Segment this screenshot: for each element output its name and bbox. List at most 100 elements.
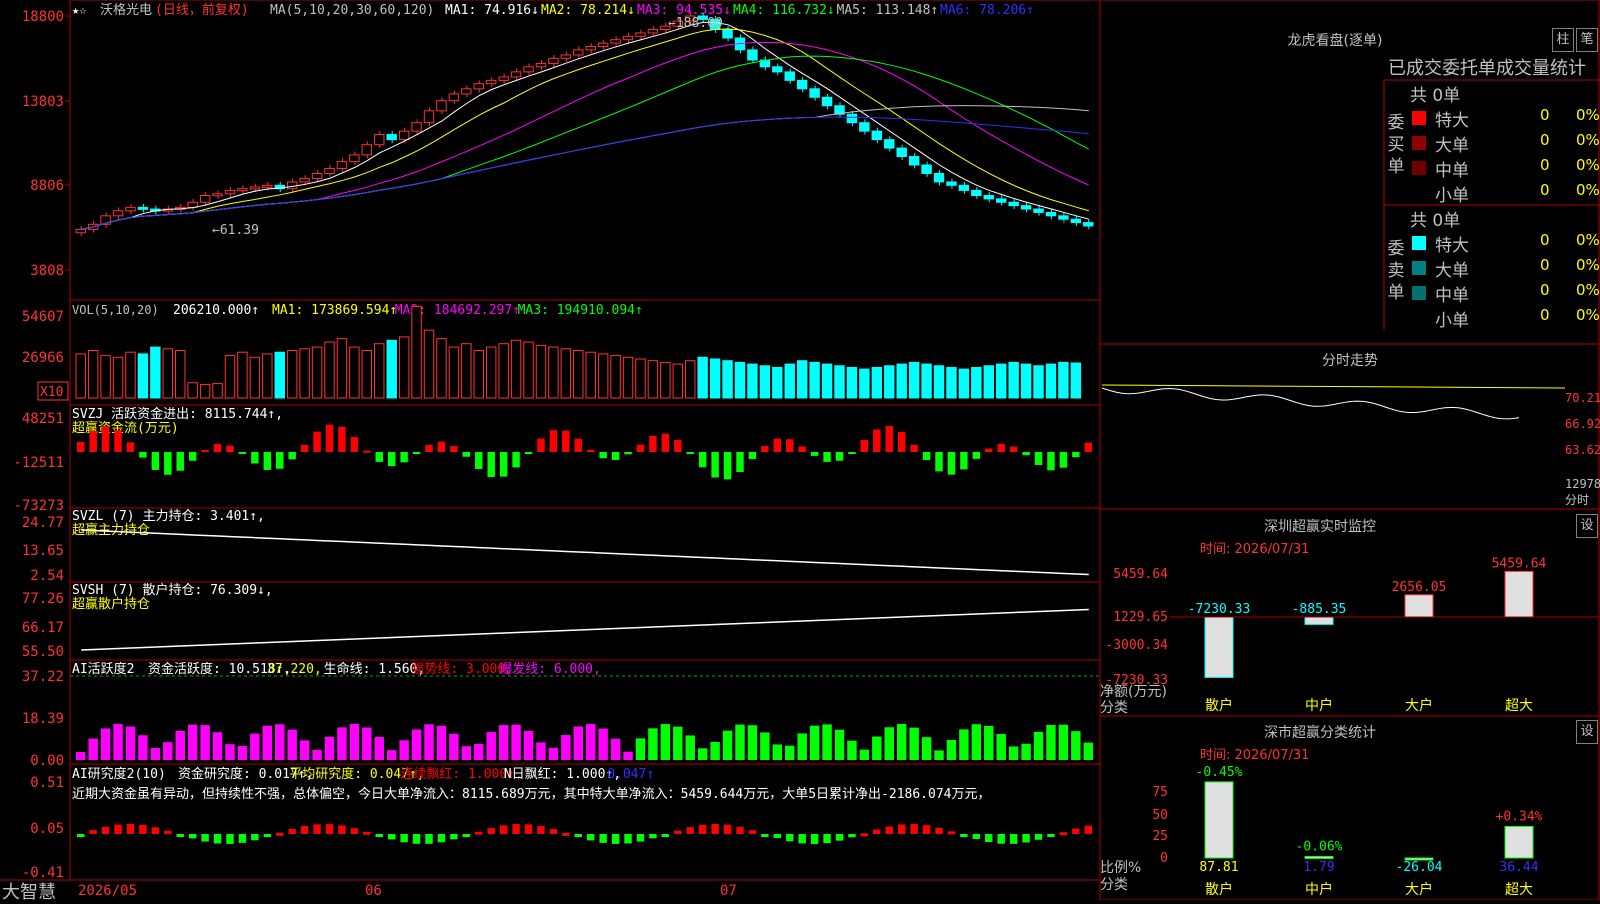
ai-active-bar [324, 736, 335, 760]
svzj-bar [1072, 452, 1080, 458]
ai-research-bar [922, 825, 931, 834]
ai-active-bar [113, 724, 123, 760]
ai-research-bar [139, 824, 147, 834]
svsh-sub: 超赢散户持仓 [72, 596, 150, 612]
volume-bar [249, 356, 261, 399]
ai-active-ytick: 18.39 [22, 711, 64, 727]
price-candle [884, 139, 895, 149]
price-candle [747, 49, 758, 61]
ai-research-bar [761, 834, 769, 837]
ai-active-bar [250, 733, 260, 760]
volume-bar [622, 356, 634, 399]
price-candle [485, 79, 497, 85]
sell-row-pct: 0% [1576, 231, 1600, 249]
tab-tick[interactable]: 笔 [1576, 28, 1598, 52]
monitor-settings-button[interactable]: 设 [1576, 514, 1598, 538]
volume-bar [685, 360, 696, 399]
svzj-bar [661, 433, 670, 452]
volume-bar [1020, 363, 1032, 399]
intraday-unit: 分时 [1565, 493, 1589, 507]
classify-settings-button[interactable]: 设 [1576, 720, 1598, 744]
ai-research-bar [1084, 825, 1092, 834]
sell-orders-label: 委卖单 [1387, 239, 1405, 303]
buy-row-count: 0 [1540, 181, 1550, 199]
ai-research-bar [698, 824, 707, 834]
buy-row-count: 0 [1540, 106, 1550, 124]
volume-bar [411, 305, 422, 399]
ai-research-bar [151, 827, 160, 834]
ai-research-bar [897, 824, 906, 834]
ai-active-bar [212, 732, 223, 760]
ai-active-bar [200, 725, 210, 760]
svzj-bar [599, 452, 607, 459]
buy-row-name: 小单 [1435, 186, 1469, 206]
monitor-category: 散户 [1205, 697, 1233, 714]
price-candle [1070, 218, 1082, 224]
ai-research-bar [499, 825, 508, 834]
svzj-bar [512, 452, 520, 468]
ai-research-ytick: 0.05 [30, 821, 64, 837]
classify-time: 时间: 2026/07/31 [1200, 748, 1310, 763]
ai-active-bar [1071, 731, 1081, 760]
volume-bar [884, 365, 895, 399]
ai-research-bar [164, 830, 172, 834]
classify-value-label: -26.04 [1396, 860, 1443, 875]
classify-category: 超大 [1505, 882, 1533, 898]
ai-active-bar [884, 727, 894, 760]
ai-active-bar [386, 750, 397, 760]
svzj-bar [499, 452, 508, 477]
price-candle [137, 206, 149, 210]
ai-research-bar [748, 830, 757, 834]
ai-research-comment: 近期大资金虽有异动，但持续性不强，总体偏空，今日大单净流入：8115.689万元… [72, 786, 991, 802]
svzj-bar [400, 452, 408, 463]
volume-bar [610, 355, 621, 399]
ai-active-ytick: 37.22 [22, 669, 64, 685]
ai-active-bar [449, 733, 459, 760]
tab-bar[interactable]: 柱 [1552, 28, 1574, 52]
ai-active-bar [498, 725, 509, 760]
volume-bar [336, 338, 348, 399]
svzj-bar [313, 431, 321, 452]
ai-research-bar [636, 834, 645, 842]
svzj-bar [611, 452, 620, 460]
price-candle [125, 206, 136, 212]
volume-bar [100, 355, 111, 399]
svzj-bar [674, 439, 682, 452]
intraday-ytick: 63.62 [1565, 443, 1600, 457]
main-chart-canvas[interactable]: ★☆ 沃格光电 (日线，前复权) MA(5,10,20,30,60,120) MA1: … [0, 0, 1600, 900]
monitor-value-label: 2656.05 [1392, 580, 1447, 595]
volume-bar [946, 366, 957, 399]
price-ytick: 13803 [22, 94, 64, 110]
svzj-bar [375, 452, 383, 462]
ai-research-bar [537, 826, 545, 834]
star-icon: ★☆ [72, 3, 86, 17]
ma-line [81, 28, 1089, 230]
ai-research-bar [338, 825, 346, 834]
svzj-bar [524, 452, 533, 454]
price-candle [349, 154, 360, 163]
longhu-frame [1099, 0, 1600, 345]
svzj-bar [786, 439, 794, 452]
ai-active-bar [536, 742, 546, 760]
classify-value-label: 1.79 [1303, 860, 1334, 875]
volume-bar [672, 363, 684, 399]
svzj-bar [77, 442, 85, 452]
ai-active-bar [785, 745, 795, 760]
svzl-header: SVZL (7) 主力持仓: 3.401↑, [72, 509, 265, 524]
intraday-avg-line [1101, 384, 1566, 389]
ai-active-bar [1033, 731, 1044, 760]
svsh-line [81, 608, 1089, 651]
svzj-bar [686, 452, 694, 454]
svzj-bar [101, 426, 110, 452]
volume-bar [896, 363, 907, 399]
ai-active-bar [896, 724, 907, 760]
price-candle [896, 147, 907, 158]
ai-active-bar [710, 741, 720, 760]
svzj-bar [848, 452, 856, 454]
ai-research-bar [1009, 834, 1018, 844]
classify-category: 中户 [1305, 881, 1333, 898]
volume-bar [262, 353, 273, 399]
price-ytick: 8806 [30, 178, 64, 194]
buy-row-pct: 0% [1576, 181, 1600, 199]
ai-active-bar [996, 733, 1006, 760]
